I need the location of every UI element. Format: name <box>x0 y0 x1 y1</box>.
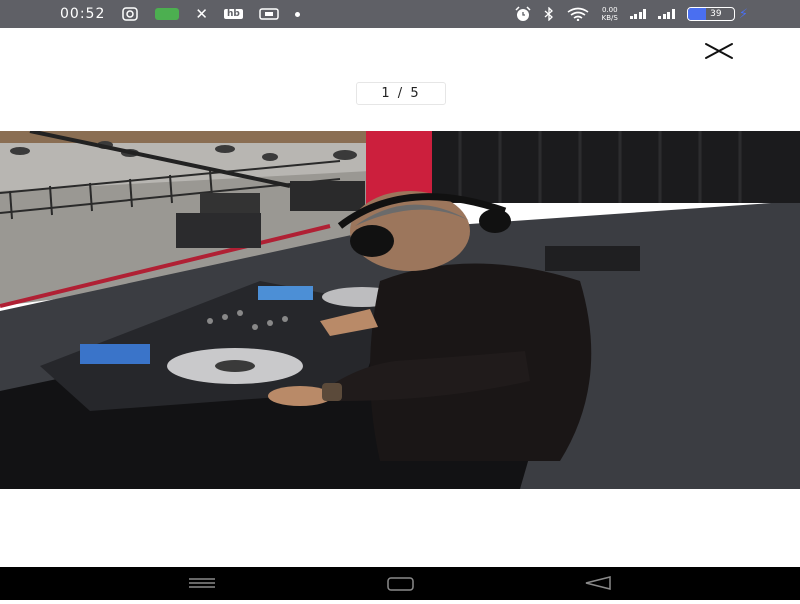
alarm-icon <box>514 6 532 22</box>
menu-icon[interactable] <box>189 578 215 588</box>
navigation-bar <box>0 567 800 600</box>
net-speed-unit: KB/S <box>601 14 618 22</box>
instagram-icon <box>121 7 139 21</box>
x-icon: ✕ <box>195 5 208 23</box>
image-counter: 1 / 5 <box>356 82 446 105</box>
net-speed-value: 0.00 <box>601 6 618 14</box>
charging-icon: ⚡ <box>738 6 748 22</box>
photo-image[interactable] <box>0 131 800 489</box>
status-time: 00:52 <box>60 6 106 22</box>
dj-photo <box>0 131 800 489</box>
box-icon <box>259 8 279 20</box>
hb-icon: hb <box>223 9 243 19</box>
home-icon[interactable] <box>387 577 414 591</box>
back-icon[interactable] <box>585 576 611 590</box>
status-bar: 00:52 ✕ hb 0.00 KB/S 39 ⚡ <box>0 0 800 28</box>
dot-icon <box>294 11 300 17</box>
battery-level: 39 <box>710 9 722 19</box>
wifi-icon <box>566 7 590 21</box>
status-bar-left: 00:52 ✕ hb <box>60 0 300 28</box>
data-speed-icon: 0.00 KB/S <box>602 6 618 22</box>
close-icon <box>705 43 733 59</box>
status-bar-right: 0.00 KB/S 39 ⚡ <box>514 0 748 28</box>
signal-icon-2 <box>658 9 675 19</box>
bluetooth-icon <box>544 7 554 21</box>
close-button[interactable] <box>702 38 736 64</box>
battery-icon: 39 <box>686 7 735 21</box>
message-icon <box>155 8 180 20</box>
signal-icon <box>629 9 647 19</box>
